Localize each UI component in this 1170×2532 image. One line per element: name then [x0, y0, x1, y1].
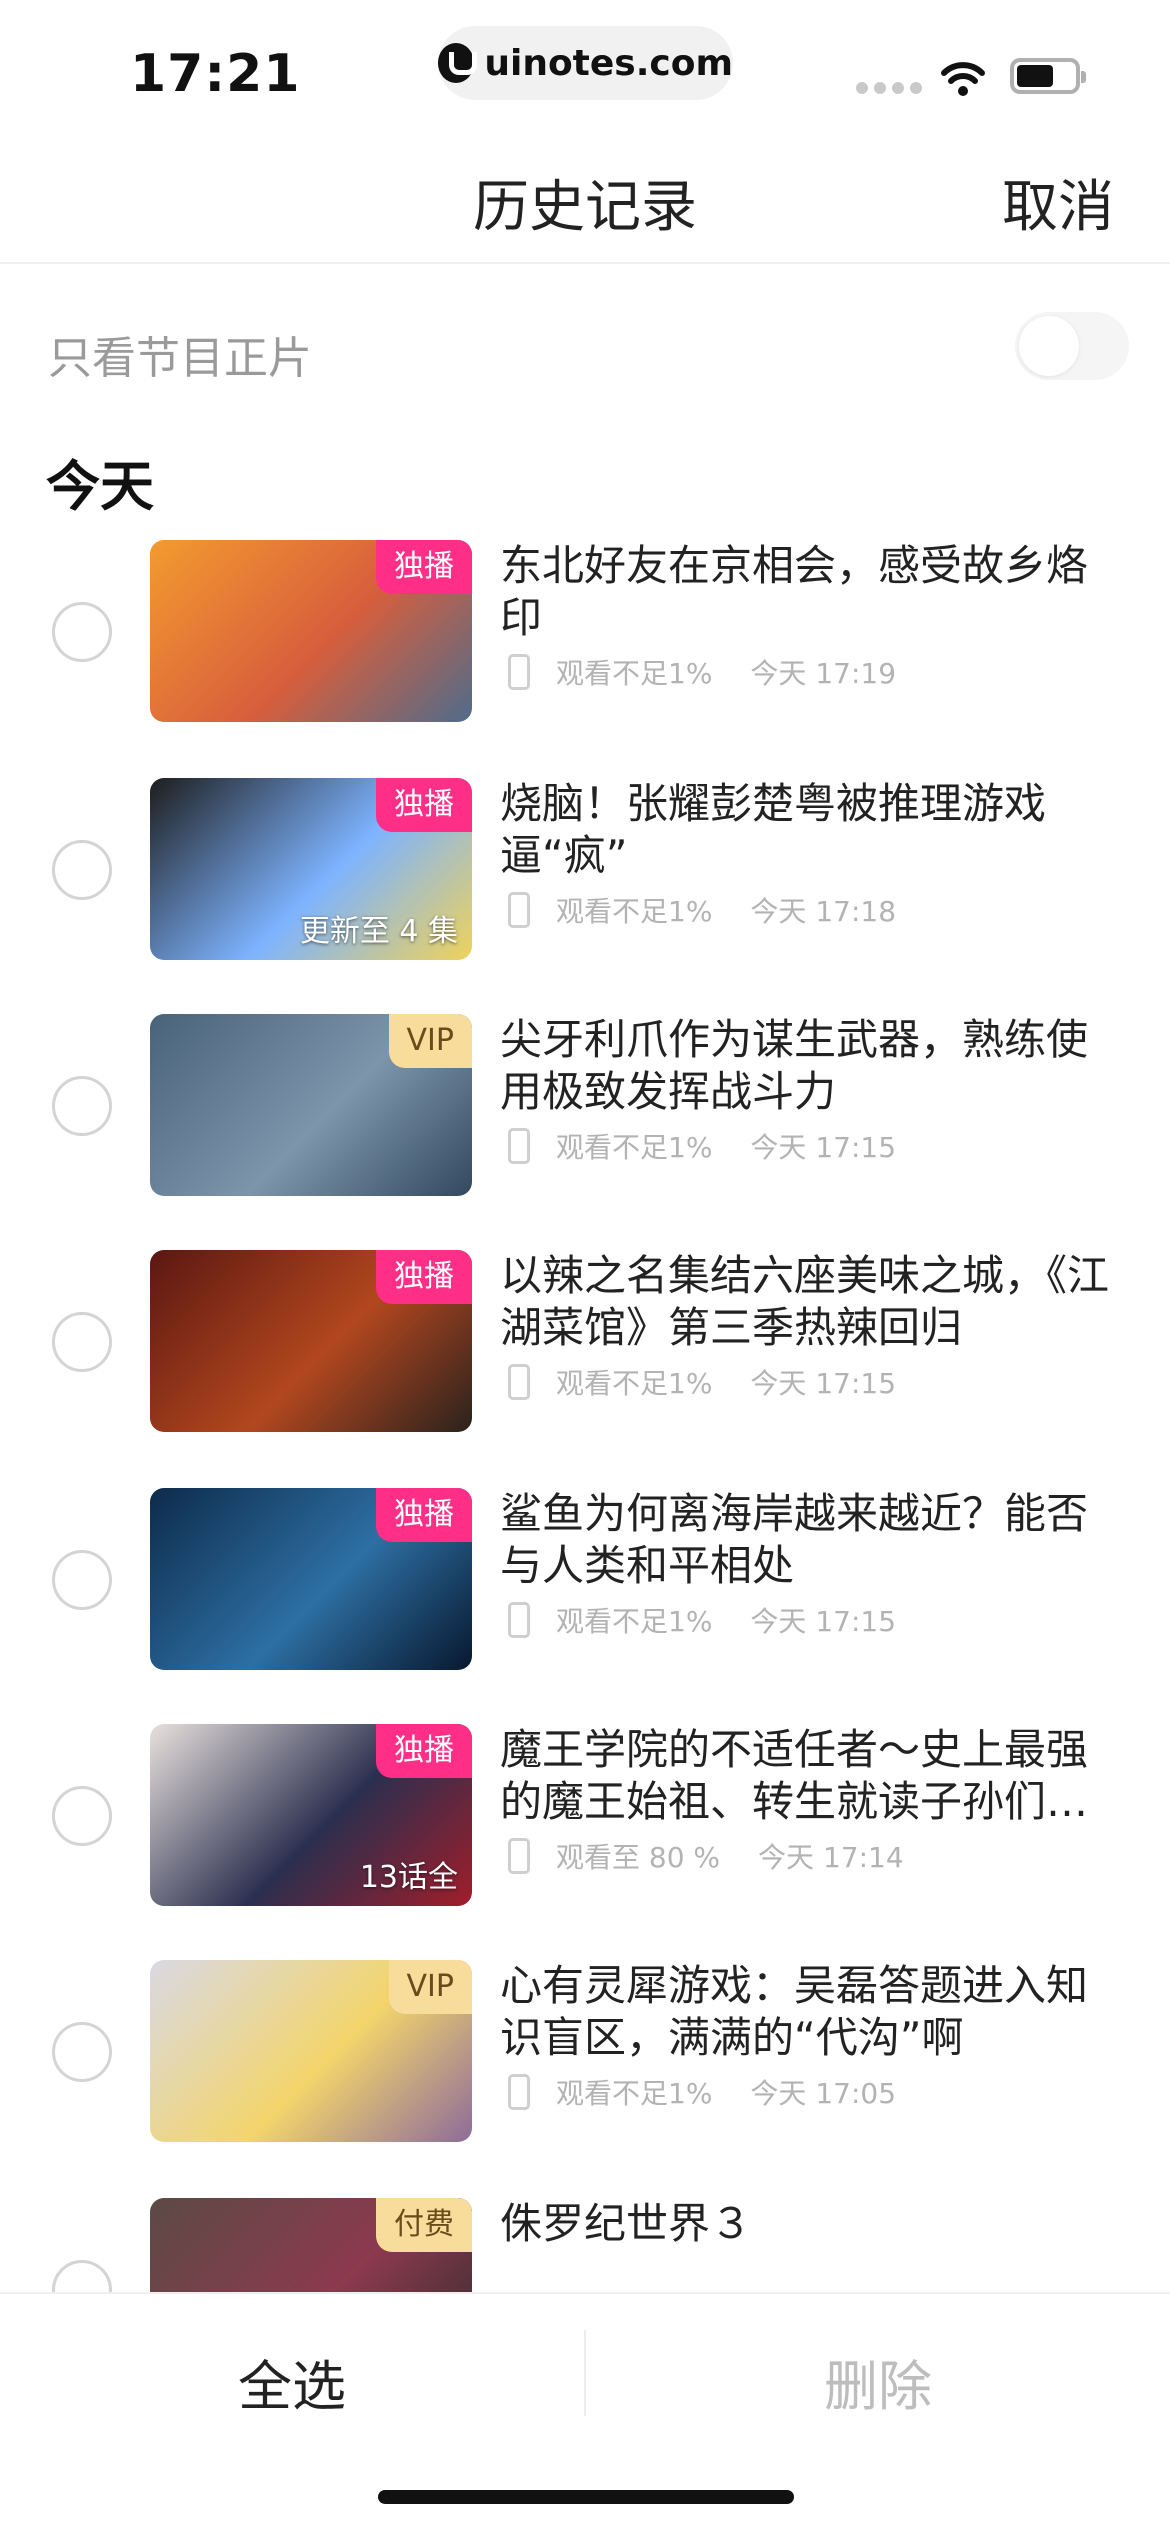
- section-title: 今天: [46, 455, 154, 518]
- watch-progress: 观看不足1%: [556, 1131, 713, 1164]
- status-bar: 17:21 uinotes.com: [0, 0, 1170, 130]
- thumbnail-badge: VIP: [388, 1014, 472, 1068]
- feature-only-toggle[interactable]: [1015, 312, 1129, 380]
- watch-meta: 观看不足1% 今天 17:15: [508, 1126, 896, 1166]
- list-item[interactable]: 独播 13话全 魔王学院的不适任者～史上最强的魔王始祖、转生就读子孙们… 观看至 80…: [0, 1724, 1170, 1908]
- video-title[interactable]: 以辣之名集结六座美味之城，《江湖菜馆》第三季热辣回归: [500, 1250, 1120, 1354]
- filter-row: 只看节目正片: [0, 300, 1170, 400]
- phone-icon: [508, 892, 530, 928]
- list-item[interactable]: VIP 心有灵犀游戏：吴磊答题进入知识盲区，满满的“代沟”啊观看不足1% 今天 17…: [0, 1960, 1170, 2144]
- watch-time: 今天 17:14: [758, 1841, 904, 1874]
- video-title[interactable]: 鲨鱼为何离海岸越来越近？能否与人类和平相处: [500, 1488, 1120, 1592]
- thumbnail-badge: 独播: [376, 540, 472, 594]
- url-pill[interactable]: uinotes.com: [438, 26, 733, 100]
- list-item[interactable]: 独播 鲨鱼为何离海岸越来越近？能否与人类和平相处观看不足1% 今天 17:15: [0, 1488, 1170, 1672]
- video-title[interactable]: 魔王学院的不适任者～史上最强的魔王始祖、转生就读子孙们…: [500, 1724, 1120, 1828]
- thumbnail-badge: 独播: [376, 778, 472, 832]
- page-title: 历史记录: [473, 175, 697, 240]
- video-thumbnail[interactable]: 独播: [150, 540, 472, 722]
- watch-progress: 观看不足1%: [556, 2077, 713, 2110]
- select-radio[interactable]: [52, 1312, 112, 1372]
- video-thumbnail[interactable]: VIP: [150, 1014, 472, 1196]
- watch-time: 今天 17:15: [750, 1605, 897, 1638]
- watch-meta: 观看不足1% 今天 17:18: [508, 890, 896, 930]
- phone-icon: [508, 1364, 530, 1400]
- bottom-divider: [584, 2330, 586, 2416]
- toggle-knob: [1019, 316, 1079, 376]
- select-radio[interactable]: [52, 1550, 112, 1610]
- page-header: 历史记录 取消: [0, 130, 1170, 264]
- video-title[interactable]: 心有灵犀游戏：吴磊答题进入知识盲区，满满的“代沟”啊: [500, 1960, 1120, 2064]
- phone-icon: [508, 1602, 530, 1638]
- watch-meta: 观看不足1% 今天 17:15: [508, 1362, 896, 1402]
- video-title[interactable]: 东北好友在京相会，感受故乡烙印: [500, 540, 1120, 644]
- select-radio[interactable]: [52, 840, 112, 900]
- wifi-icon: [941, 62, 985, 96]
- phone-icon: [508, 1128, 530, 1164]
- video-thumbnail[interactable]: VIP: [150, 1960, 472, 2142]
- thumbnail-caption: 13话全: [359, 1860, 458, 1895]
- watch-progress: 观看不足1%: [556, 895, 713, 928]
- watch-meta: 观看不足1% 今天 17:15: [508, 1600, 896, 1640]
- site-logo-icon: [438, 43, 478, 83]
- watch-progress: 观看不足1%: [556, 1367, 713, 1400]
- select-all-button[interactable]: 全选: [238, 2342, 346, 2421]
- select-radio[interactable]: [52, 1076, 112, 1136]
- battery-icon: [1010, 58, 1086, 94]
- phone-icon: [508, 1838, 530, 1874]
- list-item[interactable]: VIP 尖牙利爪作为谋生武器，熟练使用极致发挥战斗力观看不足1% 今天 17:15: [0, 1014, 1170, 1198]
- watch-time: 今天 17:18: [750, 895, 897, 928]
- watch-time: 今天 17:19: [750, 657, 897, 690]
- select-radio[interactable]: [52, 2022, 112, 2082]
- watch-meta: 观看不足1% 今天 17:19: [508, 652, 896, 692]
- watch-time: 今天 17:15: [750, 1367, 897, 1400]
- watch-meta: 观看不足1% 今天 17:05: [508, 2072, 896, 2112]
- delete-button[interactable]: 删除: [824, 2342, 932, 2421]
- phone-icon: [508, 654, 530, 690]
- list-item[interactable]: 独播 以辣之名集结六座美味之城，《江湖菜馆》第三季热辣回归观看不足1% 今天 17:…: [0, 1250, 1170, 1434]
- home-indicator: [378, 2490, 794, 2504]
- watch-time: 今天 17:15: [750, 1131, 897, 1164]
- video-thumbnail[interactable]: 独播 13话全: [150, 1724, 472, 1906]
- list-item[interactable]: 独播 更新至 4 集烧脑！张耀彭楚粤被推理游戏逼“疯” 观看不足1% 今天 17:18: [0, 778, 1170, 962]
- url-text: uinotes.com: [484, 42, 733, 84]
- watch-progress: 观看不足1%: [556, 657, 713, 690]
- select-radio[interactable]: [52, 602, 112, 662]
- thumbnail-badge: 独播: [376, 1488, 472, 1542]
- filter-label: 只看节目正片: [48, 333, 312, 384]
- list-item[interactable]: 独播 东北好友在京相会，感受故乡烙印观看不足1% 今天 17:19: [0, 540, 1170, 724]
- thumbnail-caption: 更新至 4 集: [299, 914, 458, 949]
- watch-progress: 观看至 80 %: [556, 1841, 721, 1874]
- watch-progress: 观看不足1%: [556, 1605, 713, 1638]
- video-thumbnail[interactable]: 独播: [150, 1488, 472, 1670]
- signal-icon: [856, 82, 922, 94]
- video-title[interactable]: 侏罗纪世界３: [500, 2198, 1120, 2250]
- video-thumbnail[interactable]: 独播更新至 4 集: [150, 778, 472, 960]
- select-radio[interactable]: [52, 1786, 112, 1846]
- video-title[interactable]: 尖牙利爪作为谋生武器，熟练使用极致发挥战斗力: [500, 1014, 1120, 1118]
- cancel-button[interactable]: 取消: [1002, 162, 1114, 243]
- thumbnail-badge: 独播: [376, 1724, 472, 1778]
- video-thumbnail[interactable]: 独播: [150, 1250, 472, 1432]
- thumbnail-badge: 独播: [376, 1250, 472, 1304]
- thumbnail-badge: VIP: [388, 1960, 472, 2014]
- history-page: 17:21 uinotes.com 历史记录 取消 只看节目正片 今天 独播 东北…: [0, 0, 1170, 2532]
- phone-icon: [508, 2074, 530, 2110]
- thumbnail-badge: 付费: [376, 2198, 472, 2252]
- watch-time: 今天 17:05: [750, 2077, 897, 2110]
- video-title[interactable]: 烧脑！张耀彭楚粤被推理游戏逼“疯”: [500, 778, 1120, 882]
- watch-meta: 观看至 80 % 今天 17:14: [508, 1836, 904, 1876]
- status-time: 17:21: [130, 44, 301, 104]
